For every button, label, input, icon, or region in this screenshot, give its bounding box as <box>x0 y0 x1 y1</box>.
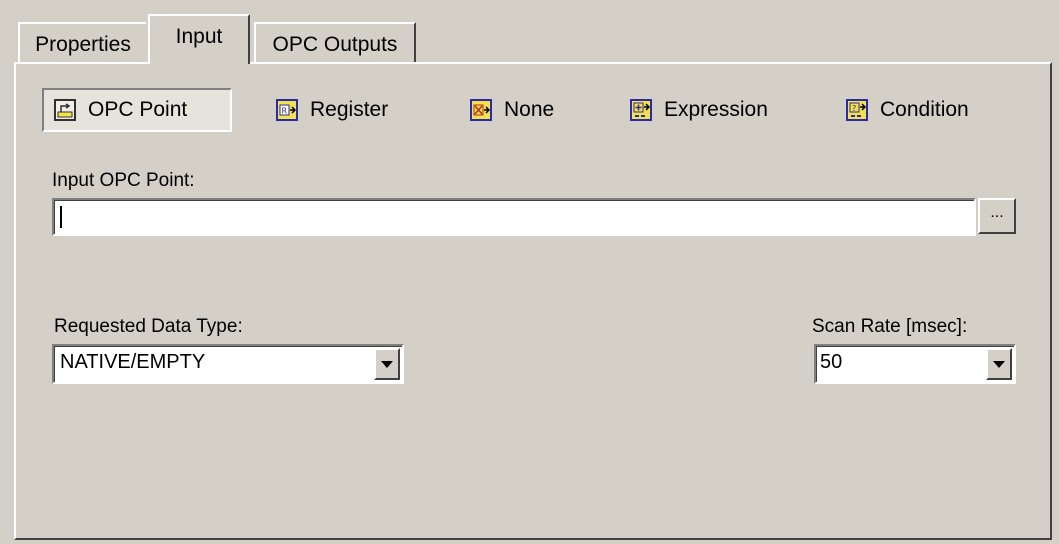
condition-icon: ? <box>846 99 868 121</box>
scan-rate-label: Scan Rate [msec]: <box>812 316 968 337</box>
requested-data-type-dropdown-button[interactable] <box>374 348 400 380</box>
input-opc-point-field[interactable] <box>52 198 976 236</box>
input-panel: OPC Point R Register None Expression ? C… <box>14 62 1052 540</box>
browse-button[interactable]: ... <box>978 198 1016 234</box>
expression-icon <box>630 99 652 121</box>
tab-strip: Properties Input OPC Outputs <box>0 0 1059 64</box>
tab-properties[interactable]: Properties <box>18 22 146 62</box>
requested-data-type-value: NATIVE/EMPTY <box>60 351 206 373</box>
expression-button[interactable]: Expression <box>620 88 810 132</box>
tab-input[interactable]: Input <box>148 14 250 64</box>
svg-text:?: ? <box>852 104 856 113</box>
scan-rate-dropdown-button[interactable] <box>986 348 1012 380</box>
text-caret <box>60 206 62 228</box>
register-button[interactable]: R Register <box>266 88 426 132</box>
tab-opc-outputs[interactable]: OPC Outputs <box>254 22 416 62</box>
chevron-down-icon <box>381 361 393 368</box>
scan-rate-value: 50 <box>820 351 843 373</box>
condition-button[interactable]: ? Condition <box>836 88 1016 132</box>
none-button[interactable]: None <box>460 88 590 132</box>
condition-label: Condition <box>880 98 969 121</box>
opc-point-button[interactable]: OPC Point <box>42 88 232 132</box>
expression-label: Expression <box>664 98 768 121</box>
scan-rate-select[interactable]: 50 <box>814 344 1016 384</box>
requested-data-type-label: Requested Data Type: <box>54 316 243 337</box>
svg-text:R: R <box>282 107 288 116</box>
none-label: None <box>504 98 555 121</box>
opc-point-icon <box>54 99 76 121</box>
input-source-selector: OPC Point R Register None Expression ? C… <box>42 88 1032 132</box>
register-label: Register <box>310 98 389 121</box>
none-icon <box>470 99 492 121</box>
register-icon: R <box>276 99 298 121</box>
requested-data-type-select[interactable]: NATIVE/EMPTY <box>52 344 404 384</box>
input-opc-point-label: Input OPC Point: <box>52 170 195 191</box>
opc-point-label: OPC Point <box>88 98 188 121</box>
chevron-down-icon <box>993 361 1005 368</box>
